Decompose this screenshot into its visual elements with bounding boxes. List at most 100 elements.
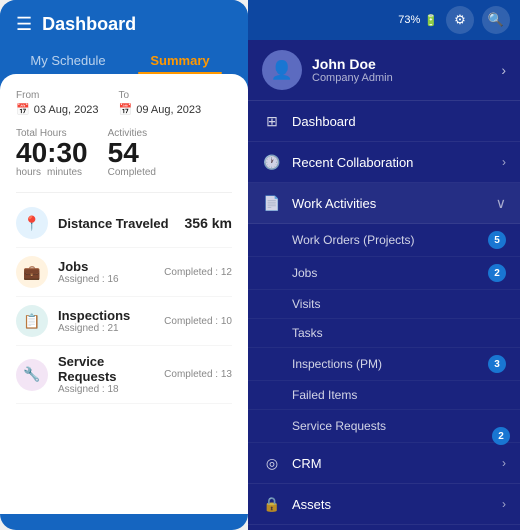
dashboard-nav-icon: ⊞ [262,111,282,131]
inspections-completed: Completed : 10 [164,316,232,327]
left-header: ☰ Dashboard [0,0,248,45]
profile-info: John Doe Company Admin [312,56,501,84]
to-value: 📅 09 Aug, 2023 [119,103,202,116]
work-orders-badge: 5 [488,231,506,249]
nav-item-inventory[interactable]: ✔ Inventory › [248,525,520,530]
date-from-group: From 📅 03 Aug, 2023 [16,90,99,116]
filter-icon: ⚙ [454,12,466,28]
tasks-label: Tasks [292,326,506,340]
work-activities-label: Work Activities [292,196,496,211]
service-requests-label: Service Requests [58,354,164,384]
distance-icon: 📍 [16,207,48,239]
jobs-assigned: Assigned : 16 [58,274,164,285]
nav-item-assets[interactable]: 🔒 Assets › [248,484,520,525]
visits-label: Visits [292,297,506,311]
nav-item-dashboard[interactable]: ⊞ Dashboard [248,101,520,142]
work-activities-expand-icon: ∨ [496,195,506,212]
sub-item-jobs[interactable]: Jobs 2 [248,257,520,290]
profile-chevron-icon: › [501,62,506,78]
crm-label: CRM [292,456,502,471]
recent-collab-label: Recent Collaboration [292,155,502,170]
sub-item-visits[interactable]: Visits [248,290,520,319]
nav-item-recent-collaboration[interactable]: 🕐 Recent Collaboration › [248,142,520,183]
tabs-bar: My Schedule Summary [0,45,248,74]
battery-area: 73% 🔋 [398,14,438,27]
sub-item-failed-items[interactable]: Failed Items [248,381,520,410]
tab-summary[interactable]: Summary [128,45,232,74]
battery-level: 73% [398,14,420,26]
hours-sub: hours minutes [16,167,88,178]
search-button[interactable]: 🔍 [482,6,510,34]
divider [16,192,232,193]
nav-list: ⊞ Dashboard 🕐 Recent Collaboration › 📄 W… [248,101,520,530]
service-requests-completed: Completed : 13 [164,369,232,380]
top-icons: ⚙ 🔍 [446,6,510,34]
left-content: From 📅 03 Aug, 2023 To 📅 09 Aug, 2023 To… [0,74,248,514]
activities-group: Activities 54 Completed [108,128,156,178]
cal-icon-to: 📅 [119,103,133,116]
battery-icon: 🔋 [424,14,438,27]
inspections-info: Inspections Assigned : 21 [58,308,164,334]
inspections-row: 📋 Inspections Assigned : 21 Completed : … [16,297,232,346]
distance-value: 356 km [185,215,232,231]
service-requests-icon: 🔧 [16,359,48,391]
work-activities-icon: 📄 [262,193,282,213]
from-value: 📅 03 Aug, 2023 [16,103,99,116]
nav-item-crm[interactable]: ◎ CRM › [248,443,520,484]
hamburger-icon[interactable]: ☰ [16,14,32,35]
sub-item-tasks[interactable]: Tasks [248,319,520,348]
activities-sub: Completed [108,167,156,178]
service-requests-row: 🔧 Service Requests Assigned : 18 Complet… [16,346,232,404]
profile-name: John Doe [312,56,501,72]
profile-section[interactable]: 👤 John Doe Company Admin › [248,40,520,101]
failed-items-label: Failed Items [292,388,506,402]
filter-button[interactable]: ⚙ [446,6,474,34]
inspections-icon: 📋 [16,305,48,337]
service-requests-info: Service Requests Assigned : 18 [58,354,164,395]
service-requests-assigned: Assigned : 18 [58,384,164,395]
sub-item-service-requests[interactable]: Service Requests 2 [248,410,520,443]
inspections-assigned: Assigned : 21 [58,323,164,334]
jobs-completed: Completed : 12 [164,267,232,278]
jobs-icon: 💼 [16,256,48,288]
stats-row: Total Hours 40:30 hours minutes Activiti… [16,128,232,178]
jobs-sub-label: Jobs [292,266,488,280]
date-row: From 📅 03 Aug, 2023 To 📅 09 Aug, 2023 [16,90,232,116]
left-panel: ☰ Dashboard My Schedule Summary From 📅 0… [0,0,248,530]
search-icon: 🔍 [488,12,504,28]
distance-row: 📍 Distance Traveled 356 km [16,199,232,248]
right-top-bar: 73% 🔋 ⚙ 🔍 [248,0,520,40]
jobs-info: Jobs Assigned : 16 [58,259,164,285]
total-hours-group: Total Hours 40:30 hours minutes [16,128,88,178]
jobs-row: 💼 Jobs Assigned : 16 Completed : 12 [16,248,232,297]
assets-chevron-icon: › [502,497,506,511]
dashboard-title: Dashboard [42,14,136,35]
avatar: 👤 [262,50,302,90]
distance-label: Distance Traveled [58,216,185,231]
from-label: From [16,90,99,101]
assets-icon: 🔒 [262,494,282,514]
sub-item-inspections-pm[interactable]: Inspections (PM) 3 [248,348,520,381]
activities-count: 54 [108,139,156,167]
jobs-sub-badge: 2 [488,264,506,282]
dashboard-nav-label: Dashboard [292,114,506,129]
total-hours-value: 40:30 [16,139,88,167]
service-requests-sub-label: Service Requests [292,419,488,433]
jobs-label: Jobs [58,259,164,274]
inspections-pm-label: Inspections (PM) [292,357,488,371]
crm-icon: ◎ [262,453,282,473]
assets-label: Assets [292,497,502,512]
recent-collab-chevron-icon: › [502,155,506,169]
work-orders-label: Work Orders (Projects) [292,233,488,247]
right-panel: 73% 🔋 ⚙ 🔍 👤 John Doe Company Admin › ⊞ D… [248,0,520,530]
cal-icon-from: 📅 [16,103,30,116]
inspections-label: Inspections [58,308,164,323]
profile-role: Company Admin [312,72,501,84]
date-to-group: To 📅 09 Aug, 2023 [119,90,202,116]
sub-item-work-orders[interactable]: Work Orders (Projects) 5 [248,224,520,257]
tab-my-schedule[interactable]: My Schedule [16,45,120,74]
nav-item-work-activities[interactable]: 📄 Work Activities ∨ [248,183,520,224]
recent-collab-icon: 🕐 [262,152,282,172]
inspections-pm-badge: 3 [488,355,506,373]
crm-chevron-icon: › [502,456,506,470]
